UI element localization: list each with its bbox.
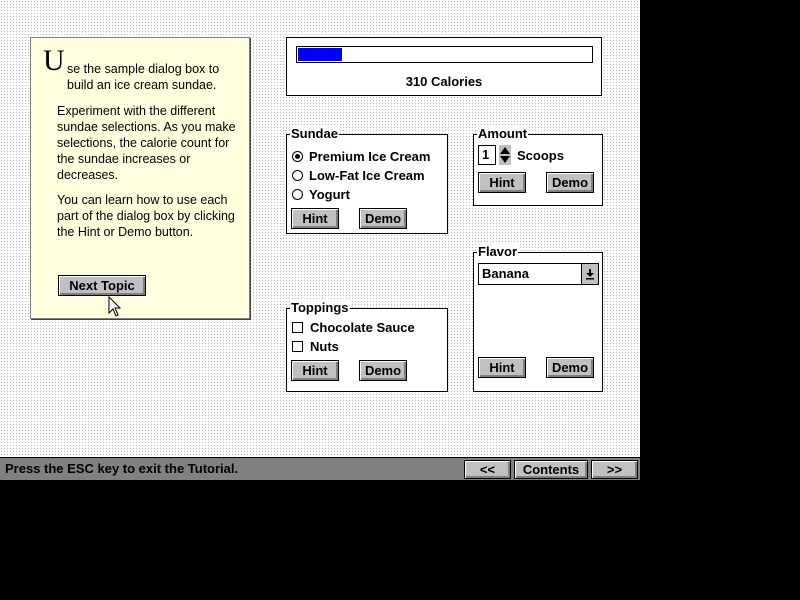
toppings-group: Toppings Chocolate Sauce Nuts Hint Demo	[286, 300, 448, 392]
topping-chocolate-sauce[interactable]: Chocolate Sauce	[292, 320, 415, 335]
sundae-group-title: Sundae	[290, 126, 339, 142]
intro-card: U se the sample dialog box to build an i…	[30, 37, 250, 319]
sundae-option-lowfat[interactable]: Low-Fat Ice Cream	[292, 168, 425, 183]
amount-demo-button[interactable]: Demo	[546, 172, 594, 193]
contents-button[interactable]: Contents	[514, 460, 588, 479]
sundae-option-label: Yogurt	[309, 187, 350, 202]
toppings-demo-button[interactable]: Demo	[359, 360, 407, 381]
radio-button[interactable]	[292, 170, 303, 181]
sundae-option-label: Low-Fat Ice Cream	[309, 168, 425, 183]
sundae-hint-button[interactable]: Hint	[291, 208, 339, 229]
calorie-count: 310 Calories	[405, 74, 483, 89]
flavor-group-title: Flavor	[477, 244, 519, 260]
scoops-input[interactable]: 1	[478, 145, 496, 165]
tutorial-screen: U se the sample dialog box to build an i…	[0, 0, 640, 480]
flavor-group: Flavor Banana Hint Demo	[473, 244, 603, 392]
next-topic-button[interactable]: Next Topic	[58, 275, 146, 296]
topping-nuts[interactable]: Nuts	[292, 339, 339, 354]
amount-group: Amount 1 Scoops Hint Demo	[473, 126, 603, 206]
radio-button-selected[interactable]	[292, 151, 303, 162]
intro-paragraph-3: You can learn how to use each part of th…	[57, 193, 235, 239]
previous-button[interactable]: <<	[464, 460, 511, 479]
sundae-option-label: Premium Ice Cream	[309, 149, 431, 164]
sundae-option-premium[interactable]: Premium Ice Cream	[292, 149, 430, 164]
checkbox[interactable]	[292, 341, 303, 352]
checkbox[interactable]	[292, 322, 303, 333]
flavor-dropdown[interactable]: Banana	[478, 263, 599, 285]
flavor-selected-value: Banana	[482, 266, 529, 281]
status-message: Press the ESC key to exit the Tutorial.	[5, 461, 239, 476]
dropdown-arrow-icon[interactable]	[581, 264, 598, 284]
topping-label: Chocolate Sauce	[310, 320, 415, 335]
calorie-progress-fill	[298, 48, 343, 61]
sundae-demo-button[interactable]: Demo	[359, 208, 407, 229]
toppings-hint-button[interactable]: Hint	[291, 360, 339, 381]
next-button[interactable]: >>	[591, 460, 638, 479]
intro-paragraph-2: Experiment with the different sundae sel…	[57, 104, 236, 182]
toppings-group-title: Toppings	[290, 300, 350, 316]
topping-label: Nuts	[310, 339, 339, 354]
amount-hint-button[interactable]: Hint	[478, 172, 526, 193]
flavor-hint-button[interactable]: Hint	[478, 357, 526, 378]
flavor-demo-button[interactable]: Demo	[546, 357, 594, 378]
intro-dropcap: U	[43, 44, 65, 77]
intro-paragraph-1: se the sample dialog box to build an ice…	[67, 62, 220, 92]
sundae-option-yogurt[interactable]: Yogurt	[292, 187, 350, 202]
scoops-spinner[interactable]	[499, 145, 511, 165]
mouse-pointer-icon	[108, 295, 122, 323]
scoops-label: Scoops	[517, 148, 564, 163]
radio-button[interactable]	[292, 189, 303, 200]
sundae-group: Sundae Premium Ice Cream Low-Fat Ice Cre…	[286, 126, 448, 234]
calorie-progress-bar	[296, 46, 593, 63]
amount-group-title: Amount	[477, 126, 529, 142]
calorie-panel: 310 Calories	[286, 37, 602, 96]
status-bar: Press the ESC key to exit the Tutorial. …	[0, 457, 640, 480]
